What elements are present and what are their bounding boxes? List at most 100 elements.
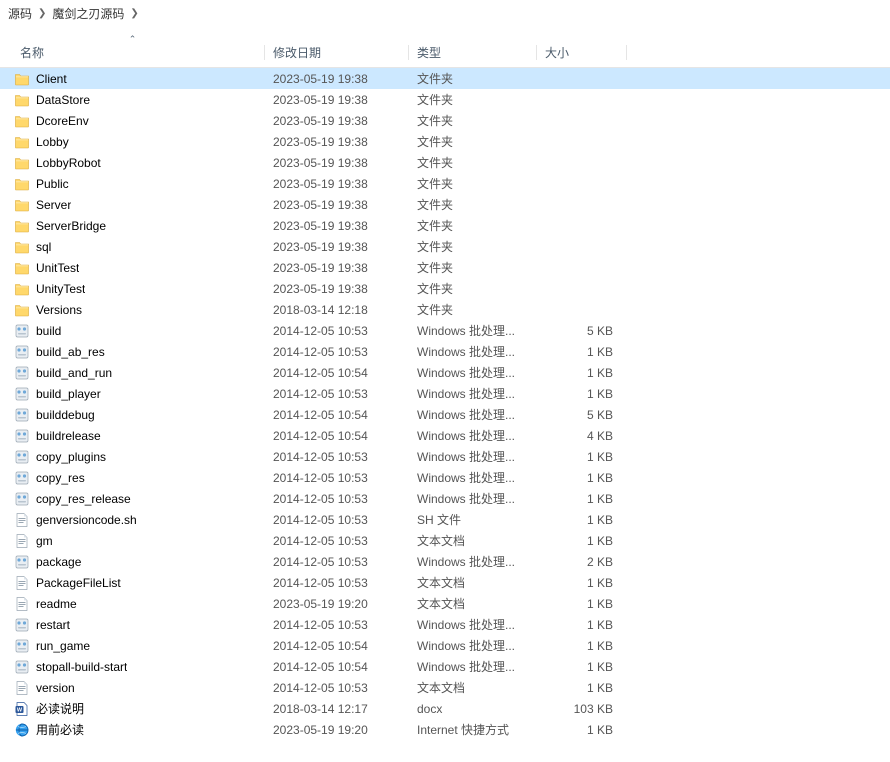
breadcrumb-seg-1[interactable]: 魔剑之刃源码	[52, 5, 124, 22]
cell-date: 2023-05-19 19:38	[265, 282, 409, 296]
file-row[interactable]: build_ab_res2014-12-05 10:53Windows 批处理.…	[0, 341, 890, 362]
file-row[interactable]: build_player2014-12-05 10:53Windows 批处理.…	[0, 383, 890, 404]
cell-date: 2014-12-05 10:53	[265, 450, 409, 464]
cell-size: 1 KB	[537, 681, 627, 695]
file-row[interactable]: copy_plugins2014-12-05 10:53Windows 批处理.…	[0, 446, 890, 467]
file-row[interactable]: readme2023-05-19 19:20文本文档1 KB	[0, 593, 890, 614]
file-row[interactable]: run_game2014-12-05 10:54Windows 批处理...1 …	[0, 635, 890, 656]
cell-name: sql	[0, 239, 265, 255]
folder-icon	[14, 197, 30, 213]
cell-date: 2014-12-05 10:53	[265, 387, 409, 401]
cell-name: DataStore	[0, 92, 265, 108]
cell-size: 1 KB	[537, 576, 627, 590]
file-row[interactable]: 必读说明2018-03-14 12:17docx103 KB	[0, 698, 890, 719]
file-row[interactable]: build2014-12-05 10:53Windows 批处理...5 KB	[0, 320, 890, 341]
cell-name: gm	[0, 533, 265, 549]
file-name-label: UnityTest	[36, 282, 85, 296]
file-row[interactable]: 用前必读2023-05-19 19:20Internet 快捷方式1 KB	[0, 719, 890, 740]
file-row[interactable]: version2014-12-05 10:53文本文档1 KB	[0, 677, 890, 698]
column-header-type-label: 类型	[417, 44, 441, 61]
folder-icon	[14, 218, 30, 234]
column-header-type[interactable]: 类型	[409, 38, 537, 67]
breadcrumb[interactable]: 源码 ❯ 魔剑之刃源码 ❯	[0, 0, 890, 28]
cell-date: 2014-12-05 10:53	[265, 681, 409, 695]
file-row[interactable]: stopall-build-start2014-12-05 10:54Windo…	[0, 656, 890, 677]
txt-icon	[14, 512, 30, 528]
file-row[interactable]: Server2023-05-19 19:38文件夹	[0, 194, 890, 215]
file-row[interactable]: builddebug2014-12-05 10:54Windows 批处理...…	[0, 404, 890, 425]
cell-name: restart	[0, 617, 265, 633]
file-row[interactable]: Lobby2023-05-19 19:38文件夹	[0, 131, 890, 152]
cell-date: 2023-05-19 19:20	[265, 723, 409, 737]
file-name-label: sql	[36, 240, 51, 254]
column-header-name[interactable]: ⌃ 名称	[0, 38, 265, 67]
file-name-label: readme	[36, 597, 77, 611]
cell-size: 4 KB	[537, 429, 627, 443]
file-row[interactable]: restart2014-12-05 10:53Windows 批处理...1 K…	[0, 614, 890, 635]
cell-name: stopall-build-start	[0, 659, 265, 675]
chevron-right-icon: ❯	[38, 8, 46, 19]
file-name-label: Client	[36, 72, 67, 86]
breadcrumb-seg-0[interactable]: 源码	[8, 5, 32, 22]
sort-asc-icon: ⌃	[129, 34, 137, 45]
cell-date: 2014-12-05 10:53	[265, 618, 409, 632]
file-name-label: copy_res	[36, 471, 85, 485]
cell-name: copy_plugins	[0, 449, 265, 465]
cell-size: 1 KB	[537, 639, 627, 653]
file-name-label: package	[36, 555, 81, 569]
column-header-size-label: 大小	[545, 44, 569, 61]
file-name-label: restart	[36, 618, 70, 632]
file-row[interactable]: UnitTest2023-05-19 19:38文件夹	[0, 257, 890, 278]
file-row[interactable]: Public2023-05-19 19:38文件夹	[0, 173, 890, 194]
cell-date: 2014-12-05 10:53	[265, 492, 409, 506]
file-row[interactable]: UnityTest2023-05-19 19:38文件夹	[0, 278, 890, 299]
bat-icon	[14, 344, 30, 360]
cell-date: 2014-12-05 10:53	[265, 555, 409, 569]
column-header-size[interactable]: 大小	[537, 38, 627, 67]
file-row[interactable]: PackageFileList2014-12-05 10:53文本文档1 KB	[0, 572, 890, 593]
file-row[interactable]: copy_res_release2014-12-05 10:53Windows …	[0, 488, 890, 509]
file-row[interactable]: genversioncode.sh2014-12-05 10:53SH 文件1 …	[0, 509, 890, 530]
file-row[interactable]: Client2023-05-19 19:38文件夹	[0, 68, 890, 89]
cell-date: 2014-12-05 10:54	[265, 639, 409, 653]
cell-size: 1 KB	[537, 366, 627, 380]
file-row[interactable]: gm2014-12-05 10:53文本文档1 KB	[0, 530, 890, 551]
cell-size: 1 KB	[537, 723, 627, 737]
cell-size: 1 KB	[537, 513, 627, 527]
cell-type: SH 文件	[409, 511, 537, 528]
column-header-date[interactable]: 修改日期	[265, 38, 409, 67]
file-row[interactable]: ServerBridge2023-05-19 19:38文件夹	[0, 215, 890, 236]
cell-date: 2014-12-05 10:53	[265, 471, 409, 485]
folder-icon	[14, 302, 30, 318]
file-row[interactable]: package2014-12-05 10:53Windows 批处理...2 K…	[0, 551, 890, 572]
cell-type: Windows 批处理...	[409, 469, 537, 486]
folder-icon	[14, 260, 30, 276]
file-row[interactable]: DcoreEnv2023-05-19 19:38文件夹	[0, 110, 890, 131]
file-name-label: 用前必读	[36, 721, 84, 738]
cell-type: Windows 批处理...	[409, 616, 537, 633]
file-row[interactable]: build_and_run2014-12-05 10:54Windows 批处理…	[0, 362, 890, 383]
file-name-label: build	[36, 324, 61, 338]
file-row[interactable]: DataStore2023-05-19 19:38文件夹	[0, 89, 890, 110]
cell-date: 2023-05-19 19:38	[265, 72, 409, 86]
folder-icon	[14, 155, 30, 171]
cell-date: 2023-05-19 19:38	[265, 219, 409, 233]
cell-date: 2023-05-19 19:20	[265, 597, 409, 611]
file-row[interactable]: copy_res2014-12-05 10:53Windows 批处理...1 …	[0, 467, 890, 488]
column-header-name-label: 名称	[20, 44, 44, 61]
chevron-right-icon: ❯	[130, 8, 138, 19]
cell-name: PackageFileList	[0, 575, 265, 591]
file-row[interactable]: buildrelease2014-12-05 10:54Windows 批处理.…	[0, 425, 890, 446]
file-row[interactable]: sql2023-05-19 19:38文件夹	[0, 236, 890, 257]
file-name-label: build_ab_res	[36, 345, 105, 359]
file-row[interactable]: Versions2018-03-14 12:18文件夹	[0, 299, 890, 320]
cell-name: build_and_run	[0, 365, 265, 381]
cell-name: Server	[0, 197, 265, 213]
cell-name: genversioncode.sh	[0, 512, 265, 528]
cell-name: ServerBridge	[0, 218, 265, 234]
folder-icon	[14, 71, 30, 87]
file-row[interactable]: LobbyRobot2023-05-19 19:38文件夹	[0, 152, 890, 173]
cell-name: build_player	[0, 386, 265, 402]
cell-type: 文件夹	[409, 154, 537, 171]
txt-icon	[14, 533, 30, 549]
